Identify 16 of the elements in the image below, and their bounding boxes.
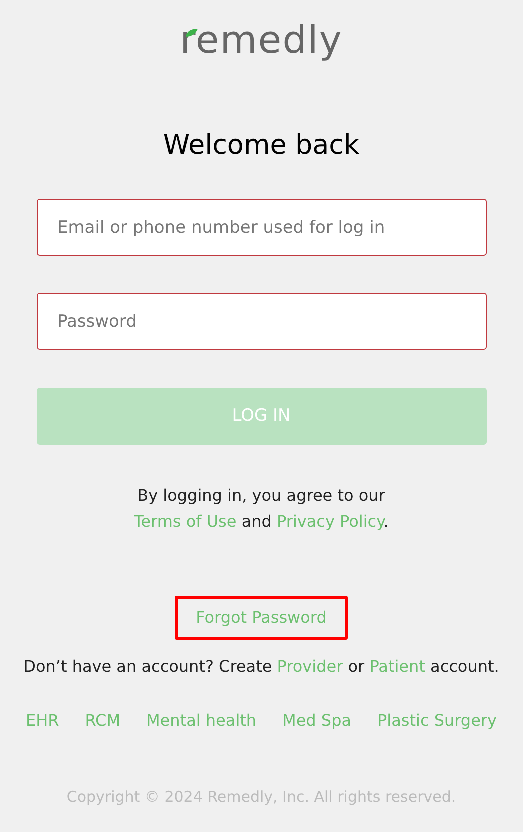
provider-link[interactable]: Provider: [277, 657, 344, 676]
signup-text: Don’t have an account? Create Provider or Patient account.: [24, 656, 500, 678]
email-field[interactable]: Email or phone number used for log in: [36, 199, 486, 256]
page-heading: Welcome back: [163, 132, 360, 159]
footer-link[interactable]: EHR: [26, 708, 60, 734]
footer-link[interactable]: Med Spa: [282, 708, 352, 734]
logo: remedly: [180, 17, 343, 64]
terms-link[interactable]: Terms of Use: [134, 512, 237, 531]
footer-link[interactable]: Mental health: [146, 708, 257, 734]
footer-link[interactable]: RCM: [85, 708, 121, 734]
password-field[interactable]: Password: [36, 293, 486, 350]
forgot-password-link[interactable]: Forgot Password: [175, 596, 348, 640]
agreement-text: By logging in, you agree to our Terms of Use and Privacy Policy.: [134, 485, 389, 533]
patient-link[interactable]: Patient: [370, 657, 426, 676]
footer-link[interactable]: Plastic Surgery: [378, 708, 497, 734]
privacy-link[interactable]: Privacy Policy: [277, 512, 384, 531]
